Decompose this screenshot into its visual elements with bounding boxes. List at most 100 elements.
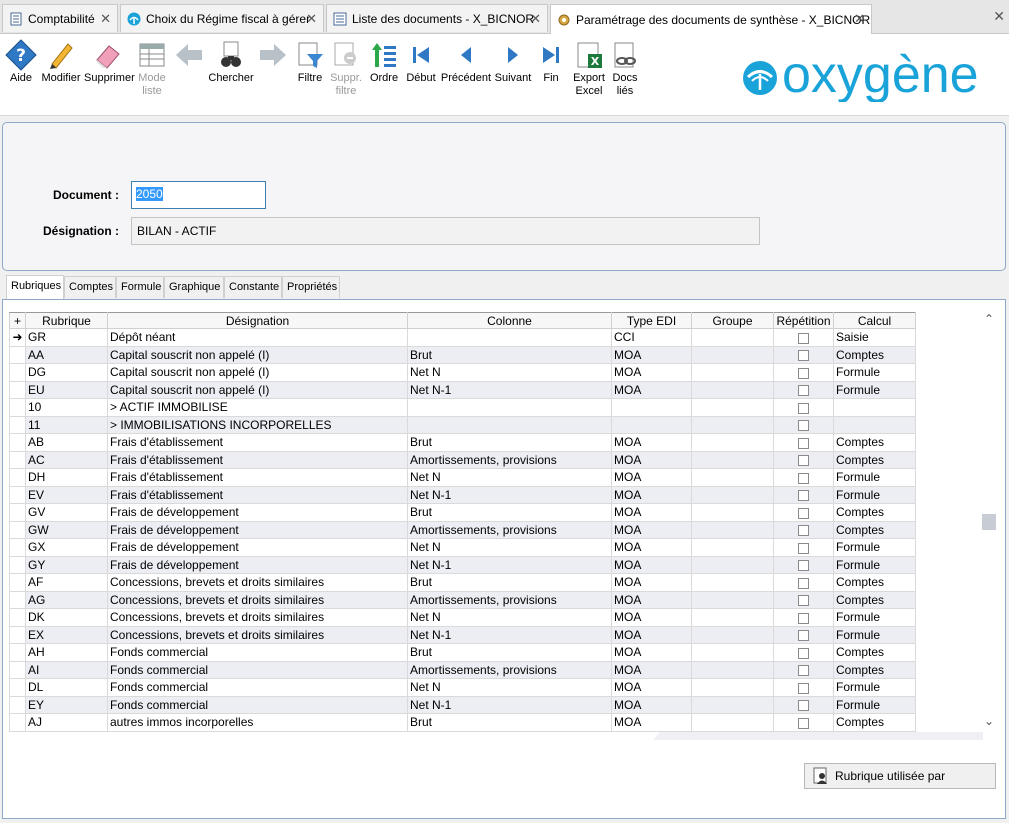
cell-designation[interactable]: autres immos incorporelles [107,713,408,732]
row-indicator[interactable] [9,573,26,592]
cell-colonne[interactable] [407,398,612,417]
column-header-repetition[interactable]: Répétition [773,312,834,329]
chercher-button[interactable]: Chercher [208,38,254,85]
previous-record-button[interactable] [172,38,206,72]
column-header-colonne[interactable]: Colonne [407,312,612,329]
cell-designation[interactable]: Dépôt néant [107,328,408,347]
cell-designation[interactable]: Fonds commercial [107,660,408,679]
row-indicator[interactable] [9,520,26,539]
cell-type-edi[interactable]: MOA [611,485,692,504]
column-header-rubrique[interactable]: Rubrique [25,312,108,329]
cell-groupe[interactable] [691,590,774,609]
repetition-checkbox[interactable] [798,332,809,344]
repetition-checkbox[interactable] [798,647,809,659]
cell-calcul[interactable]: Comptes [833,450,916,469]
cell-groupe[interactable] [691,380,774,399]
repetition-checkbox[interactable] [798,367,809,379]
cell-groupe[interactable] [691,328,774,347]
cell-type-edi[interactable]: MOA [611,678,692,697]
grid-corner-add-icon[interactable]: + [9,312,26,329]
table-row[interactable]: DL Fonds commercial Net N MOA Formule [9,678,916,697]
cell-type-edi[interactable]: MOA [611,573,692,592]
cell-repetition[interactable] [773,468,834,487]
cell-type-edi[interactable] [611,415,692,434]
column-header-type-edi[interactable]: Type EDI [611,312,692,329]
cell-colonne[interactable] [407,328,612,347]
cell-calcul[interactable]: Comptes [833,713,916,732]
cell-rubrique[interactable]: GW [25,520,108,539]
fin-button[interactable]: Fin [536,38,566,85]
cell-colonne[interactable]: Net N-1 [407,485,612,504]
table-row[interactable]: DG Capital souscrit non appelé (I) Net N MO… [9,363,916,382]
table-row[interactable]: AC Frais d'établissement Amortissements, p… [9,450,916,469]
repetition-checkbox[interactable] [798,455,809,467]
cell-rubrique[interactable]: GR [25,328,108,347]
cell-calcul[interactable]: Formule [833,485,916,504]
cell-designation[interactable]: Concessions, brevets et droits similaire… [107,625,408,644]
supprimer-button[interactable]: Supprimer [84,38,135,85]
scroll-up-icon[interactable]: ⌃ [984,312,994,326]
cell-colonne[interactable]: Amortissements, provisions [407,590,612,609]
repetition-checkbox[interactable] [798,700,809,712]
row-indicator[interactable] [9,468,26,487]
cell-calcul[interactable]: Formule [833,538,916,557]
repetition-checkbox[interactable] [798,717,809,729]
cell-designation[interactable]: Frais d'établissement [107,433,408,452]
cell-rubrique[interactable]: EU [25,380,108,399]
close-icon[interactable]: ✕ [306,11,317,27]
cell-calcul[interactable]: Comptes [833,590,916,609]
cell-calcul[interactable]: Comptes [833,660,916,679]
repetition-checkbox[interactable] [798,472,809,484]
grid-vertical-scrollbar[interactable]: ⌃ ⌄ [981,312,999,732]
filtre-button[interactable]: Filtre [294,38,326,85]
cell-designation[interactable]: Frais d'établissement [107,485,408,504]
cell-type-edi[interactable]: MOA [611,380,692,399]
cell-type-edi[interactable]: MOA [611,520,692,539]
cell-designation[interactable]: > ACTIF IMMOBILISE [107,398,408,417]
cell-calcul[interactable]: Formule [833,468,916,487]
cell-designation[interactable]: Capital souscrit non appelé (I) [107,345,408,364]
cell-colonne[interactable]: Amortissements, provisions [407,450,612,469]
cell-calcul[interactable]: Formule [833,678,916,697]
cell-colonne[interactable]: Net N-1 [407,380,612,399]
tab-parametrage-documents[interactable]: Paramétrage des documents de synthèse - … [550,4,872,34]
table-row[interactable]: DH Frais d'établissement Net N MOA Formule [9,468,916,487]
cell-colonne[interactable]: Net N [407,363,612,382]
repetition-checkbox[interactable] [798,420,809,432]
cell-repetition[interactable] [773,450,834,469]
cell-colonne[interactable]: Brut [407,503,612,522]
cell-repetition[interactable] [773,345,834,364]
row-indicator[interactable] [9,660,26,679]
precedent-button[interactable]: Précédent [440,38,492,85]
cell-calcul[interactable] [833,415,916,434]
cell-colonne[interactable]: Amortissements, provisions [407,660,612,679]
cell-designation[interactable]: Frais d'établissement [107,450,408,469]
cell-rubrique[interactable]: AB [25,433,108,452]
cell-colonne[interactable]: Net N-1 [407,625,612,644]
table-row[interactable]: AG Concessions, brevets et droits similai… [9,590,916,609]
cell-designation[interactable]: Frais d'établissement [107,468,408,487]
cell-groupe[interactable] [691,695,774,714]
cell-groupe[interactable] [691,485,774,504]
cell-calcul[interactable]: Comptes [833,520,916,539]
row-indicator[interactable] [9,713,26,732]
cell-repetition[interactable] [773,538,834,557]
cell-designation[interactable]: > IMMOBILISATIONS INCORPORELLES [107,415,408,434]
cell-calcul[interactable]: Comptes [833,433,916,452]
cell-colonne[interactable]: Net N-1 [407,695,612,714]
row-indicator[interactable] [9,590,26,609]
cell-type-edi[interactable]: MOA [611,433,692,452]
cell-rubrique[interactable]: AG [25,590,108,609]
cell-rubrique[interactable]: EX [25,625,108,644]
scroll-down-icon[interactable]: ⌄ [984,714,994,728]
row-indicator[interactable] [9,695,26,714]
cell-calcul[interactable]: Formule [833,608,916,627]
cell-groupe[interactable] [691,415,774,434]
cell-calcul[interactable]: Formule [833,695,916,714]
cell-calcul[interactable]: Comptes [833,643,916,662]
cell-repetition[interactable] [773,433,834,452]
cell-rubrique[interactable]: AJ [25,713,108,732]
column-header-calcul[interactable]: Calcul [833,312,916,329]
cell-type-edi[interactable]: MOA [611,643,692,662]
table-row[interactable]: 10 > ACTIF IMMOBILISE [9,398,916,417]
